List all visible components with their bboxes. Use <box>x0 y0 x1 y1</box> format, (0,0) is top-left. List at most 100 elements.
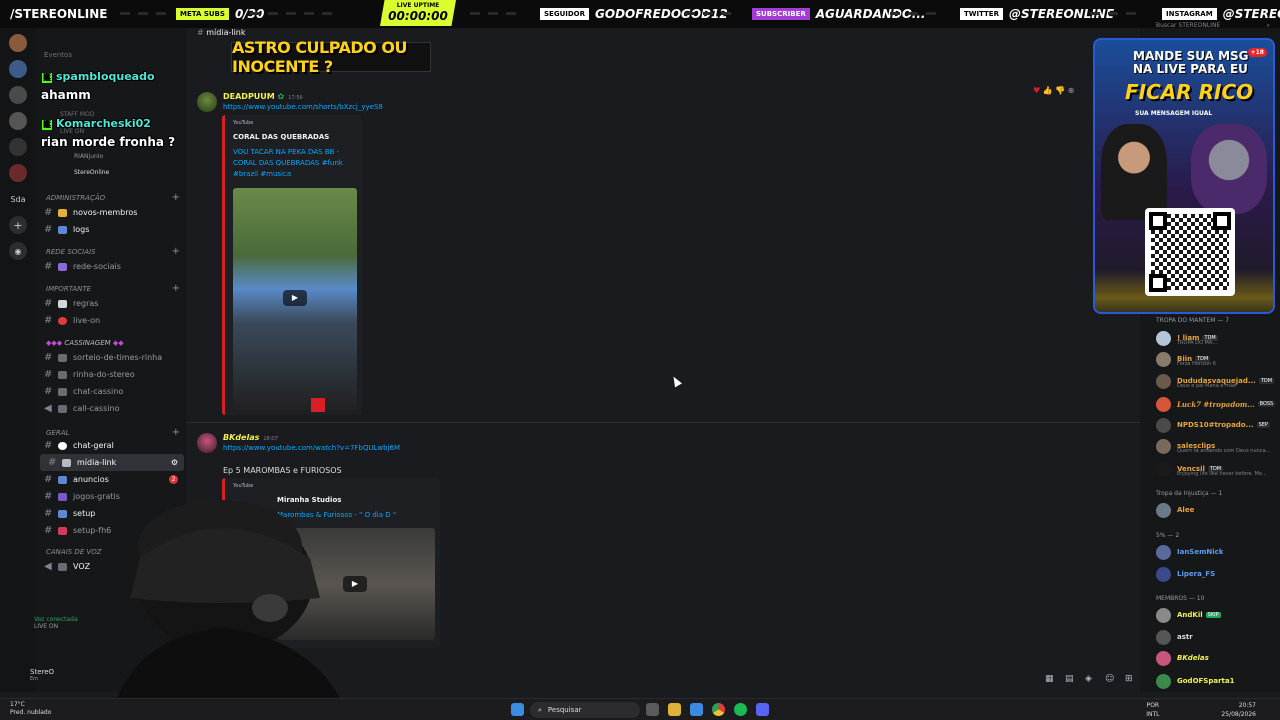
user-panel[interactable]: StereO Em <box>30 668 54 682</box>
server-icon[interactable] <box>9 34 27 52</box>
member-item[interactable]: Alee <box>1156 500 1278 520</box>
channel-rinha-do-stereo[interactable]: # rinha-do-stereo <box>36 366 186 383</box>
hash-icon: # <box>48 457 57 468</box>
member-item[interactable]: Lipera_FS <box>1156 564 1278 584</box>
message-author[interactable]: BKdelas 18:07 <box>223 433 278 442</box>
avatar <box>1156 544 1171 560</box>
server-icon[interactable] <box>9 112 27 130</box>
message-text: Ep 5 MAROMBAS e FURIOSOS <box>223 466 342 475</box>
voice-user[interactable]: RIANjunio <box>36 148 186 165</box>
hash-icon: # <box>44 508 53 519</box>
qr-code <box>1145 208 1235 296</box>
avatar <box>1156 607 1171 623</box>
message-author[interactable]: DEADPUUM ✿ 17:56 <box>223 92 303 101</box>
video-thumbnail[interactable]: ▶ <box>233 188 357 412</box>
clock-date: 25/08/2026 <box>1221 711 1256 718</box>
weather-widget[interactable]: 17°C Pred. nublado <box>10 701 51 717</box>
speaker-icon: ◀ <box>44 403 52 414</box>
member-item[interactable]: Dududasvaquejad... TDM Deus e pai Mana e m… <box>1156 371 1278 391</box>
system-tray[interactable]: POR INTL 20:57 25/08/2026 <box>1146 701 1256 719</box>
member-item[interactable]: IanSemNick <box>1156 542 1278 562</box>
channel-midia-link[interactable]: # mídia-link ⚙ <box>40 454 184 471</box>
member-item[interactable]: AndKil SKIP <box>1156 605 1278 625</box>
decor-stripes <box>120 12 166 16</box>
thumbnail-banner[interactable]: ASTRO CULPADO OU INOCENTE ? <box>231 38 431 76</box>
avatar[interactable] <box>197 92 217 112</box>
add-server-icon[interactable]: + <box>9 216 27 234</box>
gif-icon[interactable]: ▤ <box>1065 674 1074 684</box>
channel-logs[interactable]: # logs <box>36 221 186 238</box>
thumbs-down-icon[interactable]: 👎 <box>1055 86 1068 95</box>
sticker-icon[interactable]: ◈ <box>1085 674 1092 684</box>
avatar <box>1156 396 1171 412</box>
server-sda[interactable]: Sda <box>9 190 27 208</box>
file-explorer-icon[interactable] <box>668 703 681 716</box>
member-item[interactable]: ! liam TDM TROPA DO MA... <box>1156 328 1278 348</box>
member-section-title: 5% — 2 <box>1156 532 1180 539</box>
channel-live-on[interactable]: # live-on <box>36 312 186 329</box>
hash-icon: # <box>44 440 53 451</box>
taskbar-search[interactable]: ⌕ Pesquisar <box>530 702 640 718</box>
spotify-icon[interactable] <box>734 703 747 716</box>
channel-chat-cassino[interactable]: # chat-cassino <box>36 383 186 400</box>
server-icon[interactable] <box>9 60 27 78</box>
discord-icon[interactable] <box>756 703 769 716</box>
search-icon[interactable]: ⌕ <box>1267 22 1270 30</box>
streamer-silhouette <box>110 500 350 720</box>
message-link[interactable]: https://www.youtube.com/shorts/bXzcj_yye… <box>223 103 383 111</box>
channel-emoji-icon <box>58 387 67 396</box>
settings-icon[interactable]: ⚙ <box>171 458 178 467</box>
play-icon[interactable]: ▶ <box>283 290 307 306</box>
server-icon[interactable] <box>9 164 27 182</box>
speaker-icon: ◀ <box>44 561 52 572</box>
task-view-icon[interactable] <box>646 703 659 716</box>
reaction-icon[interactable]: ♥ <box>1033 86 1043 95</box>
member-section-title: TROPA DO MANTEM — 7 <box>1156 317 1230 324</box>
member-item[interactable]: salesclips Quem tá andando com Deus nunca… <box>1156 436 1278 456</box>
gift-icon[interactable]: ▦ <box>1045 674 1054 684</box>
events-item[interactable]: Eventos <box>36 46 186 63</box>
promo-subtitle: SUA MENSAGEM IGUAL <box>1135 110 1213 117</box>
member-item[interactable]: NPDS10#tropado... SEP <box>1156 415 1278 435</box>
search-input[interactable]: Buscar STEREONLINE ⌕ <box>1150 22 1274 36</box>
embed-author[interactable]: CORAL DAS QUEBRADAS <box>233 133 329 141</box>
member-item[interactable]: Luck7 #tropadom... BOSS <box>1156 394 1278 414</box>
more-icon[interactable]: ⊕ <box>1068 86 1075 95</box>
member-section-title: Tropa da Injustiça — 1 <box>1156 490 1223 497</box>
embed-title[interactable]: VOU TACAR NA PEKA DAS BB - CORAL DAS QUE… <box>233 147 358 180</box>
server-icon[interactable] <box>9 86 27 104</box>
apps-icon[interactable]: ⊞ <box>1125 674 1133 684</box>
server-icon[interactable] <box>9 138 27 156</box>
emoji-icon[interactable]: ☺ <box>1105 674 1114 684</box>
phone-icon <box>58 262 67 271</box>
avatar[interactable] <box>197 433 217 453</box>
image-icon <box>62 458 71 467</box>
message-reactions[interactable]: ♥ 👍 👎 ⊕ <box>1033 86 1074 95</box>
channel-chat-geral[interactable]: # chat-geral <box>36 437 186 454</box>
live-uptime: LIVE UPTIME 00:00:00 <box>380 0 456 26</box>
channel-sorteio-de-times-rinha[interactable]: # sorteio-de-times-rinha <box>36 349 186 366</box>
avatar <box>1156 673 1171 689</box>
channel-emoji-icon <box>58 404 67 413</box>
member-item[interactable]: BKdelas <box>1156 648 1278 668</box>
message-link[interactable]: https://www.youtube.com/watch?v=7FbQULwb… <box>223 444 400 452</box>
member-item[interactable]: Biin TDM Forza Horizon 6 <box>1156 349 1278 369</box>
red-circle-icon <box>58 316 67 325</box>
explore-icon[interactable]: ◉ <box>9 242 27 260</box>
channel-rede-sociais[interactable]: # rede-sociais <box>36 258 186 275</box>
member-item[interactable]: astr <box>1156 627 1278 647</box>
webcam-feed <box>70 488 370 720</box>
channel-anuncios[interactable]: # anuncios 2 <box>36 471 186 488</box>
hash-icon: # <box>44 369 53 380</box>
channel-call-cassino[interactable]: ◀ call-cassino <box>36 400 186 417</box>
channel-novos-membros[interactable]: # novos-membros <box>36 204 186 221</box>
member-item[interactable]: Vencsil TDM Enjoying life like never befor… <box>1156 459 1278 479</box>
person-shirt <box>311 398 325 412</box>
chrome-icon[interactable] <box>712 703 725 716</box>
voice-user[interactable]: StereOnline <box>36 164 186 181</box>
member-item[interactable]: GodOFSparta1 <box>1156 671 1278 691</box>
channel-regras[interactable]: # regras <box>36 295 186 312</box>
thumbs-up-icon[interactable]: 👍 <box>1043 86 1056 95</box>
store-icon[interactable] <box>690 703 703 716</box>
windows-start-icon[interactable] <box>511 703 524 716</box>
